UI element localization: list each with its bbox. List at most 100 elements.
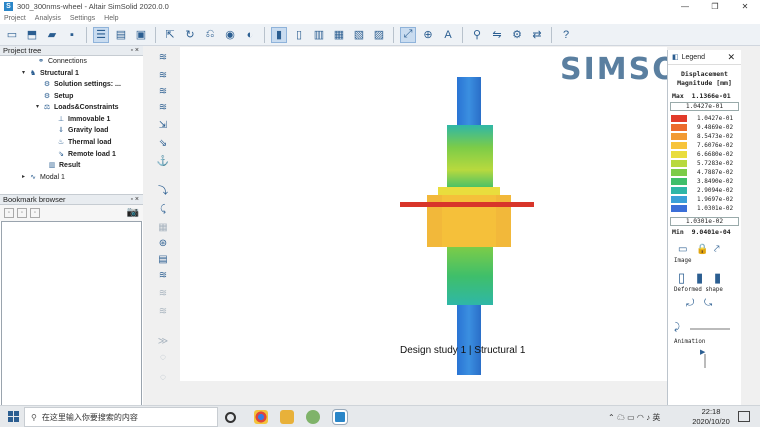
mesh-view-icon[interactable]: ▥ [311, 27, 327, 43]
zoom-view-icon[interactable]: ⊕ [420, 27, 436, 43]
panel-view-icon[interactable]: ▤ [113, 27, 129, 43]
taskbar-clock[interactable]: 22:18 2020/10/20 [690, 407, 732, 427]
legend-lower-bound-field[interactable]: 1.0301e-02 [670, 217, 739, 226]
tree-item-structural[interactable]: ▾ ♞ Structural 1 [22, 68, 79, 79]
annotation-icon[interactable]: A [440, 27, 456, 43]
connections-tool-icon[interactable]: ⎌ [202, 27, 218, 43]
menu-analysis[interactable]: Analysis [35, 15, 61, 22]
force-load-icon[interactable]: ⇲ [156, 120, 170, 132]
bookmark-list-area[interactable] [1, 221, 142, 406]
import-geometry-icon[interactable]: ⬒ [24, 27, 40, 43]
tree-item-setup[interactable]: ⚙ Setup [43, 91, 74, 102]
bookmark-grid-icon[interactable]: ▫ [30, 208, 40, 218]
list-view-icon[interactable]: ☰ [93, 26, 109, 43]
thermal-tool-icon[interactable]: ▦ [156, 222, 170, 234]
3d-viewport[interactable]: SIMSOLID Design study 1 | Structural 1 [180, 47, 667, 381]
settings-tool-icon[interactable]: ◌ [156, 372, 170, 384]
legend-color-scale: 1.0427e-01 9.4869e-02 8.5473e-02 7.6076e… [668, 113, 741, 213]
strain-plot-icon[interactable]: ≋ [156, 288, 170, 300]
shaded-view-icon[interactable]: ▮ [271, 26, 287, 43]
view-eye-icon[interactable]: ◉ [222, 27, 238, 43]
lock-icon[interactable]: 🔒 [696, 244, 708, 255]
wechat-icon[interactable] [306, 410, 320, 424]
results-plot-icon[interactable]: ⚙ [509, 27, 525, 43]
legend-upper-bound-field[interactable]: 1.0427e-01 [670, 102, 739, 111]
collapse-arrow-icon[interactable]: ▾ [36, 102, 43, 113]
transparency-icon[interactable]: ▦ [331, 27, 347, 43]
report-tool-icon[interactable]: ◌ [156, 352, 170, 364]
contact-connection-icon[interactable]: ≋ [156, 102, 170, 114]
contour-model[interactable] [180, 47, 667, 381]
spring-connection-icon[interactable]: ≋ [156, 52, 170, 64]
stress-plot-icon[interactable]: ≋ [156, 270, 170, 282]
fit-view-icon[interactable]: ⤢ [400, 26, 416, 43]
deform-reset-icon[interactable]: ⤿ [704, 298, 712, 309]
minimize-button[interactable]: — [670, 0, 700, 13]
tree-item-gravity-load[interactable]: ⇓ Gravity load [57, 125, 108, 136]
tree-item-immovable[interactable]: ⊥ Immovable 1 [57, 114, 110, 125]
deformed-true-icon[interactable]: ▮ [714, 270, 721, 286]
ruler-icon[interactable]: ▭ [678, 244, 687, 255]
chrome-icon[interactable] [254, 410, 268, 424]
collapse-arrow-icon[interactable]: ▾ [22, 68, 29, 79]
menu-settings[interactable]: Settings [70, 15, 95, 22]
save-icon[interactable]: ▪ [64, 27, 80, 43]
simsolid-taskbar-icon[interactable] [332, 409, 348, 425]
constraint-tool-icon[interactable]: ⚓ [156, 156, 170, 168]
bearing-load-icon[interactable]: ⤹ [156, 204, 170, 216]
expand-arrow-icon[interactable]: ▸ [22, 172, 29, 183]
measure-icon[interactable]: ⇋ [489, 27, 505, 43]
layout-view-icon[interactable]: ▣ [133, 27, 149, 43]
help-icon[interactable]: ? [558, 27, 574, 43]
results-table-icon[interactable]: ▤ [156, 254, 170, 266]
deformed-scaled-icon[interactable]: ▮ [696, 270, 703, 286]
menu-project[interactable]: Project [4, 15, 26, 22]
taskbar-search-box[interactable]: ⚲ 在这里输入你要搜索的内容 [24, 407, 218, 427]
menu-help[interactable]: Help [104, 15, 118, 22]
tree-item-modal[interactable]: ▸ ∿ Modal 1 [22, 172, 65, 183]
notification-icon[interactable] [738, 411, 750, 422]
tree-item-result[interactable]: ▥ Result [48, 160, 81, 171]
task-view-icon[interactable] [225, 412, 236, 423]
section-cut-icon[interactable]: ◐ [242, 27, 258, 43]
new-project-icon[interactable]: ▭ [4, 27, 20, 43]
display-mode-icon[interactable]: ▧ [351, 27, 367, 43]
bolt-connection-icon[interactable]: ≋ [156, 70, 170, 82]
fatigue-plot-icon[interactable]: ≋ [156, 306, 170, 318]
rotate-view-icon[interactable]: ↻ [182, 27, 198, 43]
panel-pin-close-icon[interactable]: ▫ × [130, 46, 139, 56]
solve-icon[interactable]: ⊛ [156, 238, 170, 250]
deform-scale-icon[interactable]: ⤾ [686, 298, 694, 309]
tree-item-thermal-load[interactable]: ♨ Thermal load [57, 137, 112, 148]
camera-icon[interactable]: 📷 [127, 207, 139, 218]
open-folder-icon[interactable]: ▰ [44, 27, 60, 43]
tree-item-connections[interactable]: ⚭ Connections [37, 56, 87, 67]
play-icon[interactable]: ▶ [700, 348, 705, 356]
compare-icon[interactable]: ⇄ [529, 27, 545, 43]
hide-parts-icon[interactable]: ▨ [371, 27, 387, 43]
bookmark-list-icon[interactable]: ▫ [17, 208, 27, 218]
tree-item-remote-load[interactable]: ⇘ Remote load 1 [57, 149, 116, 160]
panel-pin-close-icon[interactable]: ▫ × [130, 195, 139, 205]
file-explorer-icon[interactable] [280, 410, 294, 424]
deformed-none-icon[interactable]: ▯ [678, 270, 685, 286]
tree-item-solution-settings[interactable]: ⚙ Solution settings: ... [43, 79, 121, 90]
restore-button[interactable]: ❐ [700, 0, 730, 13]
moment-load-icon[interactable]: ⤵ [156, 186, 170, 198]
animation-label: Animation [674, 339, 706, 345]
animation-tool-icon[interactable]: ≫ [156, 336, 170, 348]
pressure-load-icon[interactable]: ⇘ [156, 138, 170, 150]
system-tray[interactable]: ⌃ ☁ ▭ ◠ ♪ 英 [608, 412, 660, 423]
bookmark-add-icon[interactable]: ▫ [4, 208, 14, 218]
animation-slider[interactable] [704, 354, 706, 368]
tree-item-loads-constraints[interactable]: ▾ ⚖ Loads&Constraints [36, 102, 119, 113]
windows-start-icon[interactable] [8, 411, 19, 422]
deform-scale-slider[interactable] [690, 328, 730, 330]
legend-close-button[interactable]: ✕ [727, 52, 735, 63]
wireframe-view-icon[interactable]: ▯ [291, 27, 307, 43]
select-part-icon[interactable]: ⇱ [162, 27, 178, 43]
probe-icon[interactable]: ⤤ [714, 244, 720, 255]
probe-tool-icon[interactable]: ⚲ [469, 27, 485, 43]
weld-connection-icon[interactable]: ≋ [156, 86, 170, 98]
close-window-button[interactable]: ✕ [730, 0, 760, 13]
